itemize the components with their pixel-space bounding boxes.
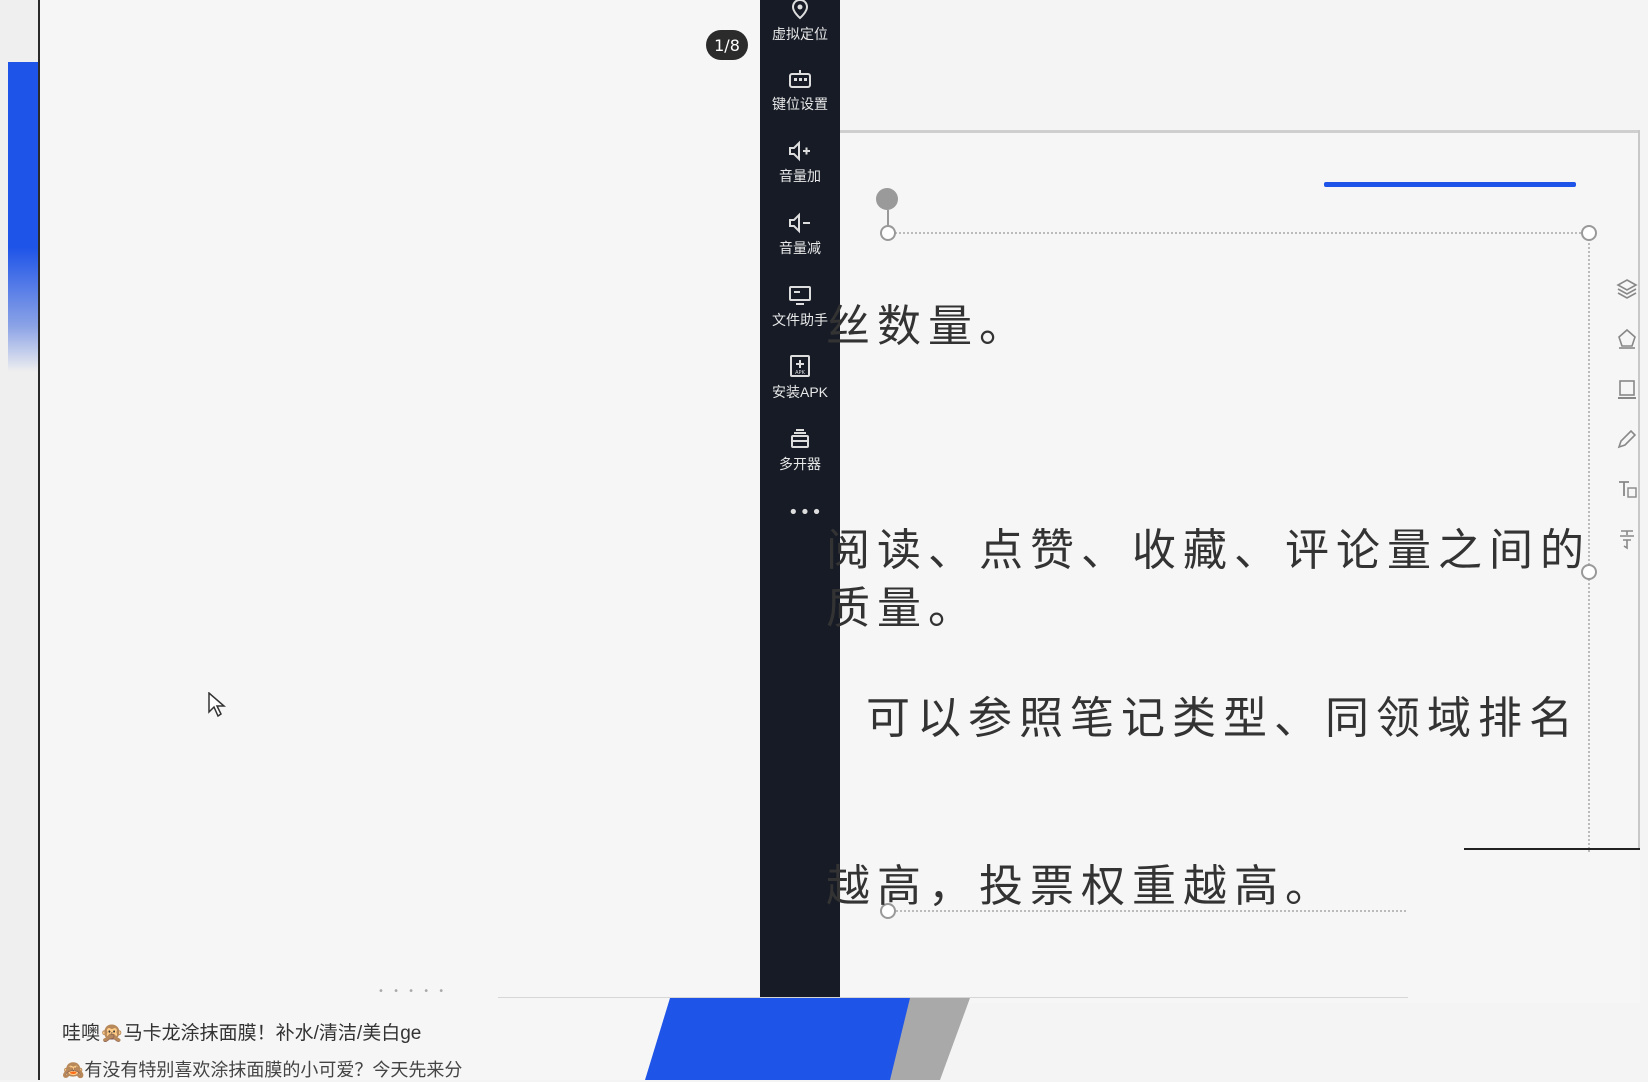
slide-footer-rule [1464, 848, 1640, 850]
toolbar-item-label: 多开器 [779, 456, 821, 472]
keyboard-icon [789, 70, 811, 88]
resize-handle[interactable] [1581, 225, 1597, 241]
selection-border-top [888, 232, 1588, 234]
border-icon[interactable] [1610, 372, 1644, 406]
toolbar-virtual-location[interactable]: 虚拟定位 [760, 0, 840, 44]
toolbar-item-label: 音量加 [779, 168, 821, 184]
pager-dots: • • • • • [378, 986, 448, 997]
volume-down-icon [789, 212, 810, 234]
mouse-cursor-icon [208, 692, 226, 718]
slide-accent-line [1324, 182, 1576, 187]
toolbar-item-label: 音量减 [779, 240, 821, 256]
svg-text:APK: APK [795, 370, 805, 376]
volume-up-icon [789, 140, 810, 162]
bottom-divider [498, 997, 1408, 998]
toolbar-item-label: 键位设置 [772, 96, 828, 112]
toolbar-item-label: 虚拟定位 [772, 26, 828, 42]
slide-text-line[interactable]: 越高，投票权重越高。 [826, 850, 1336, 914]
pen-icon[interactable] [1610, 422, 1644, 456]
text-format-icon[interactable] [1610, 472, 1644, 506]
monitor-icon [789, 286, 811, 305]
feed-item-snippet[interactable]: 🙈有没有特别喜欢涂抹面膜的小可爱？今天先来分 [62, 1056, 502, 1082]
background-blue-block [8, 62, 38, 372]
toolbar-item-label: 安装APK [771, 384, 828, 400]
toolbar-volume-down[interactable]: 音量减 [760, 212, 840, 258]
rotate-handle-icon[interactable] [876, 188, 898, 210]
slide-text-line[interactable]: 阅读、点赞、收藏、评论量之间的 [826, 514, 1591, 578]
apk-install-icon: APK [790, 355, 810, 377]
toolbar-volume-up[interactable]: 音量加 [760, 140, 840, 186]
multi-instance-icon [791, 429, 809, 448]
phone-screen[interactable] [40, 0, 760, 1080]
resize-handle[interactable] [880, 225, 896, 241]
slide-text-line[interactable]: 质量。 [826, 572, 979, 636]
character-icon[interactable] [1610, 522, 1644, 556]
slide-text-line[interactable]: 可以参照笔记类型、同领域排名 [866, 682, 1580, 746]
shape-fill-icon[interactable] [1610, 322, 1644, 356]
layers-icon[interactable] [1610, 272, 1644, 306]
page-indicator-badge: 1/8 [706, 30, 748, 60]
toolbar-install-apk[interactable]: APK 安装APK [760, 354, 840, 402]
toolbar-key-mapping[interactable]: 键位设置 [760, 68, 840, 114]
slide-text-line[interactable]: 丝数量。 [826, 290, 1030, 354]
location-pin-icon [791, 0, 809, 20]
feed-item-title[interactable]: 哇噢🙊马卡龙涂抹面膜！补水/清洁/美白ge [62, 1018, 502, 1045]
more-options-button[interactable]: ••• [788, 502, 823, 523]
toolbar-multi-instance[interactable]: 多开器 [760, 428, 840, 474]
